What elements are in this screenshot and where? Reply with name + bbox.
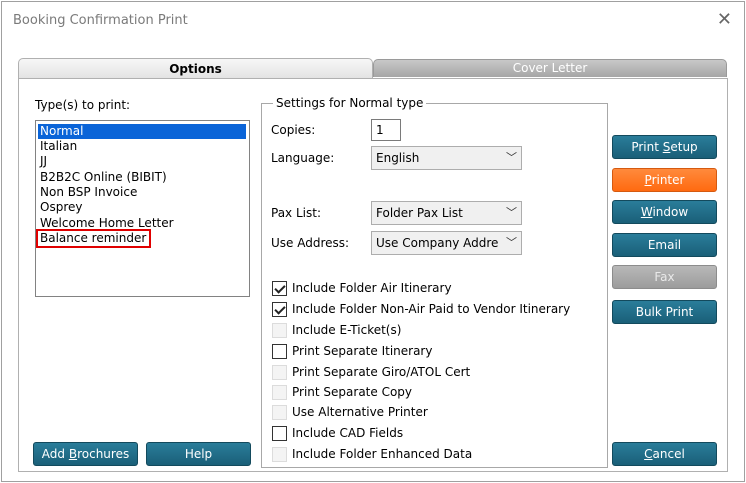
options-panel: Type(s) to print: Normal Italian JJ B2B2… [18, 78, 728, 472]
checkbox-icon [272, 447, 287, 462]
use-address-select[interactable]: Use Company Addre ﹀ [371, 231, 522, 255]
button-label-mnemonic: W [640, 205, 653, 219]
button-label-mnemonic: C [644, 447, 653, 461]
checkbox-icon[interactable] [272, 302, 287, 317]
checkbox-label: Print Separate Copy [292, 385, 413, 399]
checkbox-label: Include Folder Enhanced Data [292, 447, 473, 461]
checkbox-icon [272, 385, 287, 400]
types-label: Type(s) to print: [35, 98, 131, 112]
list-item-italian[interactable]: Italian [38, 139, 77, 154]
types-listbox[interactable]: Normal Italian JJ B2B2C Online (BIBIT) N… [35, 120, 250, 297]
dialog-window: Booking Confirmation Print ✕ Options Cov… [1, 1, 745, 482]
language-select-value: English [376, 151, 420, 165]
checkbox-icon[interactable] [272, 426, 287, 441]
button-label-mnemonic: B [68, 447, 78, 461]
button-label: rochures [77, 447, 130, 461]
list-item-jj[interactable]: JJ [38, 154, 47, 169]
window-button[interactable]: Window [612, 200, 717, 224]
use-address-select-value: Use Company Addre [376, 236, 499, 250]
list-item-b2b2c[interactable]: B2B2C Online (BIBIT) [38, 170, 167, 185]
button-label: indow [652, 205, 689, 219]
list-item-osprey[interactable]: Osprey [38, 200, 82, 215]
checkbox-include-cad-fields[interactable]: Include CAD Fields [272, 426, 403, 442]
email-button[interactable]: Email [612, 233, 717, 257]
checkbox-icon [272, 323, 287, 338]
checkbox-icon[interactable] [272, 281, 287, 296]
copies-label: Copies: [271, 123, 316, 137]
checkbox-print-separate-copy: Print Separate Copy [272, 385, 412, 401]
add-brochures-button[interactable]: Add Brochures [33, 442, 138, 466]
checkbox-print-separate-giro-atol: Print Separate Giro/ATOL Cert [272, 365, 470, 381]
copies-input[interactable]: 1 [371, 119, 401, 141]
button-label: etup [670, 140, 698, 154]
list-item-balance-reminder[interactable]: Balance reminder [35, 229, 152, 248]
tab-cover-letter[interactable]: Cover Letter [373, 59, 727, 77]
use-address-label: Use Address: [271, 236, 350, 250]
checkbox-label: Include E-Ticket(s) [292, 323, 402, 337]
help-button[interactable]: Help [146, 442, 251, 466]
list-item-welcome-home-letter[interactable]: Welcome Home Letter [38, 216, 174, 231]
checkbox-label: Use Alternative Printer [292, 405, 428, 419]
tab-options[interactable]: Options [18, 58, 373, 78]
tab-strip: Options Cover Letter [18, 58, 727, 78]
chevron-down-icon: ﹀ [506, 151, 517, 164]
checkbox-include-e-tickets: Include E-Ticket(s) [272, 323, 401, 339]
printer-button[interactable]: Printer [612, 168, 717, 192]
button-label: rinter [651, 173, 685, 187]
settings-group: Settings for Normal type Copies: 1 Langu… [261, 96, 608, 468]
button-label: ancel [652, 447, 685, 461]
pax-list-select[interactable]: Folder Pax List ﹀ [371, 201, 522, 225]
bulk-print-button[interactable]: Bulk Print [612, 300, 717, 324]
checkbox-label: Include Folder Non-Air Paid to Vendor It… [292, 302, 571, 316]
checkbox-print-separate-itinerary[interactable]: Print Separate Itinerary [272, 344, 432, 360]
checkbox-label: Print Separate Giro/ATOL Cert [292, 365, 471, 379]
checkbox-label: Include CAD Fields [292, 426, 404, 440]
print-setup-button[interactable]: Print Setup [612, 135, 717, 159]
close-icon[interactable]: ✕ [717, 11, 732, 29]
pax-list-label: Pax List: [271, 206, 321, 220]
title-bar: Booking Confirmation Print ✕ [2, 2, 744, 40]
language-select[interactable]: English ﹀ [371, 146, 522, 170]
window-title: Booking Confirmation Print [13, 13, 188, 28]
checkbox-use-alternative-printer: Use Alternative Printer [272, 405, 428, 421]
checkbox-icon[interactable] [272, 344, 287, 359]
button-label: Add [41, 447, 69, 461]
checkbox-icon [272, 405, 287, 420]
checkbox-label: Print Separate Itinerary [292, 344, 433, 358]
button-label-mnemonic: P [644, 173, 652, 187]
list-item-normal[interactable]: Normal [38, 124, 246, 139]
chevron-down-icon: ﹀ [506, 206, 517, 219]
checkbox-label: Include Folder Air Itinerary [292, 281, 452, 295]
list-item-non-bsp-invoice[interactable]: Non BSP Invoice [38, 185, 137, 200]
fax-button: Fax [612, 265, 717, 289]
checkbox-include-folder-air-itinerary[interactable]: Include Folder Air Itinerary [272, 281, 452, 297]
cancel-button[interactable]: Cancel [612, 442, 717, 466]
button-label: Print [631, 140, 663, 154]
pax-list-select-value: Folder Pax List [376, 206, 463, 220]
language-label: Language: [271, 151, 335, 165]
chevron-down-icon: ﹀ [506, 236, 517, 249]
checkbox-include-folder-non-air[interactable]: Include Folder Non-Air Paid to Vendor It… [272, 302, 570, 318]
settings-group-title: Settings for Normal type [273, 96, 427, 110]
checkbox-include-folder-enhanced-data: Include Folder Enhanced Data [272, 447, 472, 463]
checkbox-icon [272, 365, 287, 380]
